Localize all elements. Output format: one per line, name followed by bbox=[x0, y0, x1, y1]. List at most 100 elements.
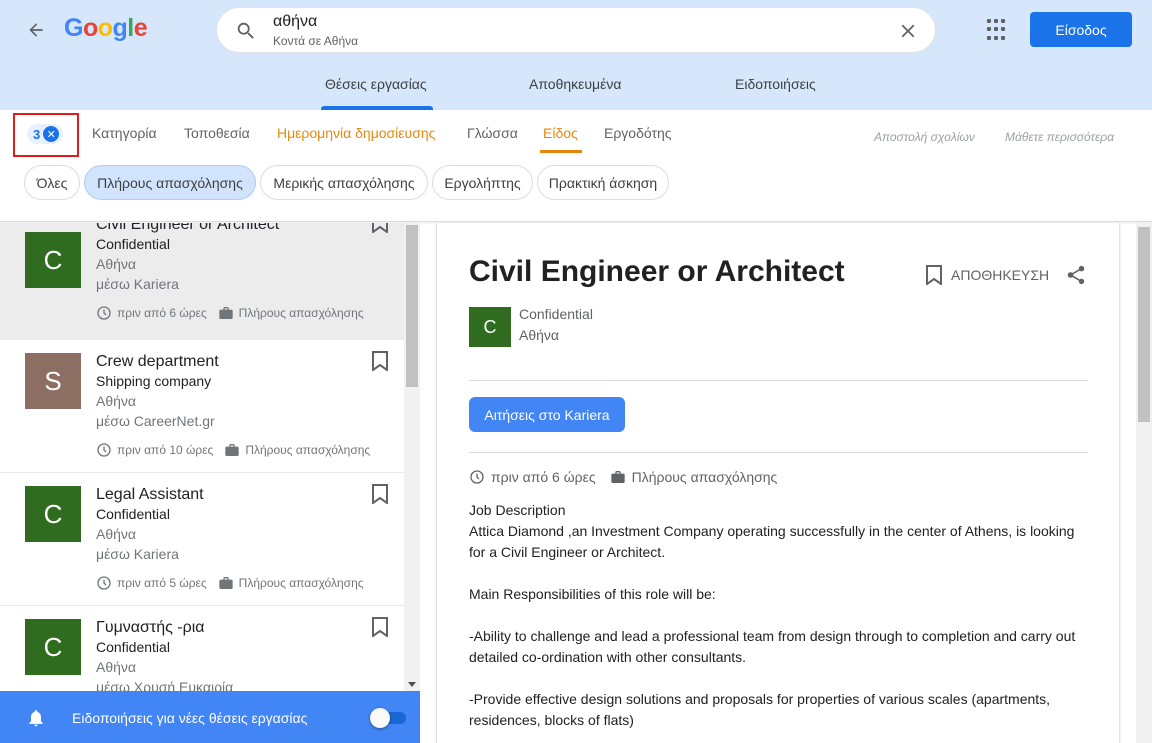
share-icon[interactable] bbox=[1065, 264, 1087, 286]
job-list-item[interactable]: S Crew department Shipping company Αθήνα… bbox=[0, 340, 404, 473]
job-detail-meta: πριν από 6 ώρες Πλήρους απασχόλησης bbox=[469, 469, 777, 485]
active-filters-badge[interactable]: 3 ✕ bbox=[27, 124, 64, 144]
filter-type[interactable]: Είδος bbox=[543, 125, 578, 141]
search-icon[interactable] bbox=[235, 20, 257, 42]
company-name: Confidential bbox=[96, 236, 170, 252]
detail-scrollbar[interactable] bbox=[1136, 223, 1152, 743]
job-title: Civil Engineer or Architect bbox=[96, 223, 280, 233]
chip-contractor[interactable]: Εργολήπτης bbox=[432, 165, 533, 200]
bookmark-icon[interactable] bbox=[371, 223, 389, 233]
description-paragraph: Attica Diamond ,an Investment Company op… bbox=[469, 523, 1075, 560]
job-list-scrollbar[interactable] bbox=[404, 223, 420, 691]
active-filters-highlight: 3 ✕ bbox=[13, 113, 79, 157]
job-location: Αθήνα bbox=[96, 526, 137, 542]
company-name: Shipping company bbox=[96, 373, 212, 389]
logo-letter: o bbox=[97, 14, 113, 42]
company-avatar: C bbox=[25, 232, 81, 288]
apps-grid-icon[interactable] bbox=[987, 19, 1009, 41]
job-title: Crew department bbox=[96, 353, 219, 370]
employment-type: Πλήρους απασχόλησης bbox=[631, 469, 778, 485]
tab-saved[interactable]: Αποθηκευμένα bbox=[529, 76, 621, 92]
google-logo[interactable]: Google bbox=[64, 14, 148, 43]
posted-time: πριν από 5 ώρες bbox=[117, 576, 207, 590]
save-job-label: ΑΠΟΘΗΚΕΥΣΗ bbox=[951, 267, 1050, 283]
filter-date-posted[interactable]: Ημερομηνία δημοσίευσης bbox=[277, 125, 435, 141]
chip-all[interactable]: Όλες bbox=[24, 165, 80, 200]
job-meta: πριν από 10 ώρες Πλήρους απασχόλησης bbox=[96, 442, 370, 458]
job-location: Αθήνα bbox=[96, 256, 137, 272]
filter-location[interactable]: Τοποθεσία bbox=[184, 125, 250, 141]
description-paragraph: Job Description bbox=[469, 502, 566, 518]
job-location: Αθήνα bbox=[96, 393, 137, 409]
search-box[interactable]: αθήνα Κοντά σε Αθήνα bbox=[216, 7, 936, 53]
briefcase-icon bbox=[610, 471, 625, 483]
employment-type: Πλήρους απασχόλησης bbox=[238, 576, 364, 590]
description-paragraph: -Provide effective design solutions and … bbox=[469, 691, 1051, 728]
chip-full-time[interactable]: Πλήρους απασχόλησης bbox=[84, 165, 256, 200]
job-location: Αθήνα bbox=[519, 327, 560, 343]
posted-time: πριν από 6 ώρες bbox=[117, 306, 207, 320]
company-avatar: C bbox=[25, 486, 81, 542]
learn-more-link[interactable]: Μάθετε περισσότερα bbox=[1005, 130, 1114, 144]
clock-icon bbox=[97, 443, 111, 457]
filter-bar: 3 ✕ Κατηγορία Τοποθεσία Ημερομηνία δημοσ… bbox=[0, 110, 1152, 222]
chip-part-time[interactable]: Μερικής απασχόλησης bbox=[260, 165, 428, 200]
bell-icon bbox=[29, 710, 43, 727]
company-avatar: C bbox=[469, 307, 511, 347]
scroll-down-arrow-icon[interactable] bbox=[408, 682, 416, 687]
briefcase-icon bbox=[225, 444, 240, 456]
posted-time: πριν από 10 ώρες bbox=[117, 443, 214, 457]
bookmark-icon[interactable] bbox=[371, 617, 389, 637]
clock-icon bbox=[97, 306, 111, 320]
filter-category[interactable]: Κατηγορία bbox=[92, 125, 157, 141]
posted-time: πριν από 6 ώρες bbox=[491, 469, 596, 485]
clear-filters-icon[interactable]: ✕ bbox=[43, 126, 60, 142]
bookmark-icon bbox=[926, 265, 942, 285]
filter-language[interactable]: Γλώσσα bbox=[467, 125, 518, 141]
job-location: Αθήνα bbox=[96, 659, 137, 675]
company-name: Confidential bbox=[96, 639, 170, 655]
job-meta: πριν από 5 ώρες Πλήρους απασχόλησης bbox=[96, 575, 364, 591]
send-feedback-link[interactable]: Αποστολή σχολίων bbox=[874, 130, 975, 144]
back-arrow-icon[interactable] bbox=[22, 16, 50, 44]
company-name: Confidential bbox=[519, 306, 593, 322]
employment-type: Πλήρους απασχόλησης bbox=[238, 306, 364, 320]
job-detail-title: Civil Engineer or Architect bbox=[469, 255, 845, 288]
job-source: μέσω CareerNet.gr bbox=[96, 413, 215, 429]
job-source: μέσω Kariera bbox=[96, 276, 179, 292]
clock-icon bbox=[97, 576, 111, 590]
logo-letter: e bbox=[133, 14, 148, 42]
save-job-button[interactable]: ΑΠΟΘΗΚΕΥΣΗ bbox=[925, 265, 1049, 285]
divider bbox=[469, 380, 1088, 381]
bookmark-icon[interactable] bbox=[371, 484, 389, 504]
job-alerts-toggle[interactable] bbox=[370, 708, 406, 728]
tab-alerts[interactable]: Ειδοποιήσεις bbox=[735, 76, 816, 92]
tab-jobs[interactable]: Θέσεις εργασίας bbox=[325, 76, 427, 92]
sign-in-button[interactable]: Είσοδος bbox=[1030, 12, 1132, 47]
job-title: Legal Assistant bbox=[96, 486, 204, 503]
job-title: Γυμναστής -ρια bbox=[96, 619, 205, 636]
company-avatar: S bbox=[25, 353, 81, 409]
search-query[interactable]: αθήνα bbox=[273, 13, 317, 31]
job-list-item[interactable]: C Legal Assistant Confidential Αθήνα μέσ… bbox=[0, 473, 404, 606]
scrollbar-thumb[interactable] bbox=[1138, 227, 1150, 422]
toggle-knob bbox=[370, 708, 390, 728]
job-meta: πριν από 6 ώρες Πλήρους απασχόλησης bbox=[96, 305, 364, 321]
bookmark-icon[interactable] bbox=[371, 351, 389, 371]
chip-internship[interactable]: Πρακτική άσκηση bbox=[537, 165, 669, 200]
job-list-item[interactable]: C Civil Engineer or Architect Confidenti… bbox=[0, 223, 404, 350]
company-name: Confidential bbox=[96, 506, 170, 522]
top-header: Google αθήνα Κοντά σε Αθήνα Είσοδος Θέσε… bbox=[0, 0, 1152, 110]
briefcase-icon bbox=[219, 307, 233, 319]
filter-type-indicator bbox=[540, 150, 582, 153]
job-list: C Civil Engineer or Architect Confidenti… bbox=[0, 223, 420, 743]
scrollbar-thumb[interactable] bbox=[406, 225, 418, 387]
search-location-subtitle: Κοντά σε Αθήνα bbox=[273, 34, 359, 48]
description-paragraph: -Ability to challenge and lead a profess… bbox=[469, 628, 1076, 665]
job-alerts-label: Ειδοποιήσεις για νέες θέσεις εργασίας bbox=[72, 710, 308, 726]
job-source: μέσω Kariera bbox=[96, 546, 179, 562]
clear-search-icon[interactable] bbox=[897, 20, 919, 42]
job-alerts-bar: Ειδοποιήσεις για νέες θέσεις εργασίας bbox=[0, 691, 420, 743]
apply-button[interactable]: Αιτήσεις στο Kariera bbox=[469, 397, 625, 432]
filter-employer[interactable]: Εργοδότης bbox=[604, 125, 672, 141]
